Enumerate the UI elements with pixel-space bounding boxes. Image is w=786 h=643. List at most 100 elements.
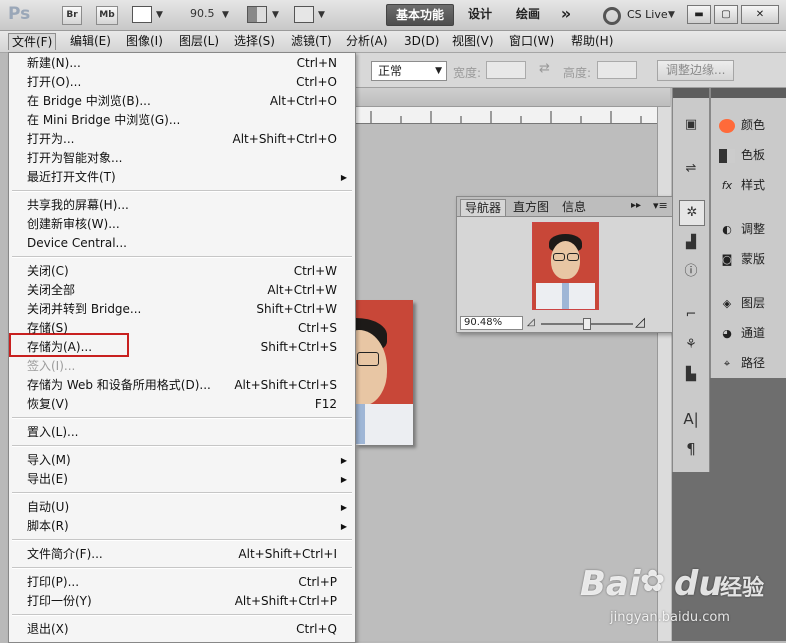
view-extras-icon[interactable] (132, 6, 152, 23)
document-tab-bar (355, 88, 670, 107)
panel-channels[interactable]: ◕ 通道 (711, 318, 765, 348)
menu-item-automate[interactable]: 自动(U) ▶ (9, 498, 355, 517)
arrange-documents-icon[interactable] (247, 6, 267, 23)
tab-info[interactable]: 信息 (558, 199, 590, 215)
collapse-icon[interactable]: ▸▸ (631, 200, 641, 211)
close-button[interactable]: ✕ (741, 5, 779, 24)
chevron-down-icon[interactable]: ▼ (318, 10, 325, 20)
panel-layers[interactable]: ◈ 图层 (711, 288, 765, 318)
menu-item-save-for-web[interactable]: 存储为 Web 和设备所用格式(D)... Alt+Shift+Ctrl+S (9, 376, 355, 395)
menu-item-exit[interactable]: 退出(X) Ctrl+Q (9, 620, 355, 639)
menu-item-open-recent[interactable]: 最近打开文件(T) ▶ (9, 168, 355, 187)
menu-item-revert[interactable]: 恢复(V) F12 (9, 395, 355, 414)
panel-color[interactable]: 颜色 (711, 110, 765, 140)
menu-item-shortcut: Shift+Ctrl+S (260, 340, 337, 354)
menu-item-file-info[interactable]: 文件简介(F)... Alt+Shift+Ctrl+I (9, 545, 355, 564)
panel-menu-icon[interactable]: ▾≡ (653, 199, 668, 212)
screen-mode-icon[interactable] (294, 6, 314, 23)
workspace-essentials-button[interactable]: 基本功能 (386, 4, 454, 26)
more-workspaces-button[interactable]: » (554, 4, 578, 24)
menu-item-import[interactable]: 导入(M) ▶ (9, 451, 355, 470)
panel-masks[interactable]: ◙ 蒙版 (711, 244, 765, 274)
panel-styles[interactable]: fx 样式 (711, 170, 765, 200)
info-icon[interactable]: ⓘ (681, 263, 701, 281)
menu-item-browse-in-mini-bridge[interactable]: 在 Mini Bridge 中浏览(G)... (9, 111, 355, 130)
menu-layer[interactable]: 图层(L) (176, 33, 222, 49)
zoom-slider-handle[interactable] (583, 318, 591, 330)
menu-view[interactable]: 视图(V) (449, 33, 497, 49)
zoom-level[interactable]: 90.5 (190, 7, 215, 20)
swap-icon[interactable]: ⇄ (539, 61, 550, 76)
actions-icon[interactable]: ⇌ (681, 160, 701, 178)
submenu-arrow-icon: ▶ (340, 456, 347, 465)
character-icon[interactable]: A| (681, 410, 701, 428)
menu-item-scripts[interactable]: 脚本(R) ▶ (9, 517, 355, 536)
menu-item-save[interactable]: 存储(S) Ctrl+S (9, 319, 355, 338)
watermark-jingyan: 经验 (720, 576, 765, 601)
panel-swatches[interactable]: 色板 (711, 140, 765, 170)
navigator-icon[interactable]: ✲ (679, 200, 705, 226)
bridge-button[interactable]: Br (62, 6, 82, 25)
menu-item-shortcut: Alt+Ctrl+W (267, 283, 337, 297)
menu-separator (12, 445, 352, 447)
zoom-in-icon[interactable]: ◿ (635, 315, 645, 330)
menu-separator (12, 190, 352, 192)
maximize-button[interactable]: ▢ (714, 5, 738, 24)
menu-image[interactable]: 图像(I) (123, 33, 166, 49)
history-icon[interactable]: ▣ (681, 116, 701, 134)
menu-item-open-as-smart-object[interactable]: 打开为智能对象... (9, 149, 355, 168)
menu-item-print[interactable]: 打印(P)... Ctrl+P (9, 573, 355, 592)
menu-analysis[interactable]: 分析(A) (343, 33, 391, 49)
zoom-out-icon[interactable]: ◿ (527, 317, 535, 328)
menu-item-close[interactable]: 关闭(C) Ctrl+W (9, 262, 355, 281)
refine-edge-button[interactable]: 调整边缘... (657, 60, 735, 81)
minimize-button[interactable]: ▬ (687, 5, 711, 24)
menu-edit[interactable]: 编辑(E) (67, 33, 114, 49)
height-input[interactable] (597, 61, 637, 79)
menu-item-save-as[interactable]: 存储为(A)... Shift+Ctrl+S (9, 338, 355, 357)
navigator-thumbnail[interactable] (532, 222, 599, 310)
cs-live-label[interactable]: CS Live (627, 8, 668, 21)
width-input[interactable] (486, 61, 526, 79)
menu-item-export[interactable]: 导出(E) ▶ (9, 470, 355, 489)
menu-item-close-all[interactable]: 关闭全部 Alt+Ctrl+W (9, 281, 355, 300)
chevron-down-icon[interactable]: ▼ (668, 10, 675, 20)
cs-live-icon[interactable] (603, 7, 621, 25)
clone-source-icon[interactable]: ⚘ (681, 336, 701, 354)
menu-file[interactable]: 文件(F) (8, 33, 57, 50)
menu-item-close-and-go-to-bridge[interactable]: 关闭并转到 Bridge... Shift+Ctrl+W (9, 300, 355, 319)
menu-item-browse-in-bridge[interactable]: 在 Bridge 中浏览(B)... Alt+Ctrl+O (9, 92, 355, 111)
menu-item-device-central[interactable]: Device Central... (9, 234, 355, 253)
menu-item-share-my-screen[interactable]: 共享我的屏幕(H)... (9, 196, 355, 215)
menu-item-create-new-review[interactable]: 创建新审核(W)... (9, 215, 355, 234)
workspace-design-button[interactable]: 设计 (460, 4, 500, 24)
tab-histogram[interactable]: 直方图 (509, 199, 553, 215)
style-select[interactable]: 正常 ▼ (371, 61, 447, 81)
navigator-zoom-input[interactable]: 90.48% (460, 316, 523, 330)
menu-item-open[interactable]: 打开(O)... Ctrl+O (9, 73, 355, 92)
tab-navigator[interactable]: 导航器 (460, 199, 507, 216)
watermark-brand: Bai (580, 564, 641, 604)
menu-item-place[interactable]: 置入(L)... (9, 423, 355, 442)
menu-select[interactable]: 选择(S) (231, 33, 278, 49)
tool-presets-icon[interactable]: ▙ (681, 366, 701, 384)
histogram-icon[interactable]: ▟ (681, 234, 701, 252)
menu-item-new[interactable]: 新建(N)... Ctrl+N (9, 54, 355, 73)
menu-help[interactable]: 帮助(H) (568, 33, 616, 49)
menu-item-print-one-copy[interactable]: 打印一份(Y) Alt+Shift+Ctrl+P (9, 592, 355, 611)
menu-filter[interactable]: 滤镜(T) (288, 33, 335, 49)
dock-header (711, 88, 786, 98)
layers-icon: ◈ (722, 296, 732, 310)
chevron-down-icon[interactable]: ▼ (272, 10, 279, 20)
workspace-painting-button[interactable]: 绘画 (508, 4, 548, 24)
paragraph-icon[interactable]: ¶ (681, 440, 701, 458)
panel-adjustments[interactable]: ◐ 调整 (711, 214, 765, 244)
brushes-icon[interactable]: ⌐ (681, 306, 701, 324)
panel-paths[interactable]: ⌖ 路径 (711, 348, 765, 378)
chevron-down-icon[interactable]: ▼ (156, 10, 163, 20)
menu-item-open-as[interactable]: 打开为... Alt+Shift+Ctrl+O (9, 130, 355, 149)
menu-window[interactable]: 窗口(W) (506, 33, 557, 49)
menu-3d[interactable]: 3D(D) (401, 33, 442, 49)
mini-bridge-button[interactable]: Mb (96, 6, 118, 25)
chevron-down-icon[interactable]: ▼ (222, 10, 229, 20)
